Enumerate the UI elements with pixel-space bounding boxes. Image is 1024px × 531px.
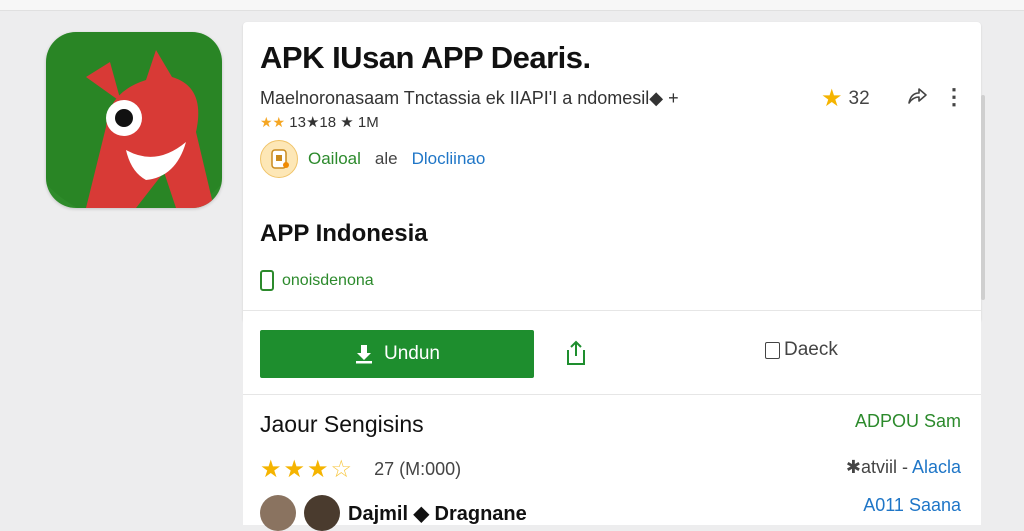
rating-right-prefix: ✱atviil - [845, 457, 908, 477]
app-subtitle-text: Maelnoronasaam Tnctassia ek IIAPI'I a nd… [260, 88, 679, 108]
app-meta: ★★ 13★18 ★ 1M [260, 113, 379, 131]
reviews-section: Jaour Sengisins ADPOU Sam ★★★☆ 27 (M:000… [243, 394, 981, 531]
share-icon [567, 340, 585, 365]
action-bar: Undun Daeck [243, 310, 981, 395]
download-label: Undun [384, 343, 440, 364]
more-vertical-icon[interactable]: ⋮ [943, 84, 965, 110]
app-subtitle: Maelnoronasaam Tnctassia ek IIAPI'I a nd… [260, 88, 679, 109]
back-icon [765, 341, 780, 359]
section-title: APP Indonesia [260, 220, 428, 247]
top-bar [0, 0, 1024, 11]
rating-right: ✱atviil - Alacla [846, 457, 961, 478]
filled-stars: ★★★ [260, 456, 331, 483]
developer-row[interactable]: Oailoal ale Dlocliinao [260, 140, 485, 178]
share-arrow-icon [908, 88, 927, 104]
phone-icon [260, 270, 274, 291]
download-button[interactable]: Undun [260, 330, 534, 378]
reviewer-name: Dajmil ◆ Dragnane [348, 502, 527, 525]
reviewer-right-link[interactable]: A011 Saana [863, 495, 961, 516]
reviews-title: Jaour Sengisins [260, 411, 424, 437]
app-title: APK IUsan APP Dearis. [260, 40, 591, 75]
reviews-link[interactable]: ADPOU Sam [855, 411, 961, 432]
developer-separator: ale [374, 149, 398, 168]
developer-name[interactable]: Oailoal [308, 149, 361, 169]
avatar [260, 495, 296, 531]
meta-stars: ★★ [260, 114, 286, 130]
empty-star: ☆ [330, 456, 355, 483]
rating-row: ★★★☆ 27 (M:000) [260, 455, 461, 484]
reviewer-row[interactable]: Dajmil ◆ Dragnane [260, 495, 527, 531]
scrollbar[interactable] [981, 95, 985, 300]
avatar [304, 495, 340, 531]
download-icon [356, 345, 372, 364]
share-icon[interactable] [905, 84, 929, 114]
back-button[interactable]: Daeck [765, 339, 838, 361]
share-button[interactable] [563, 339, 589, 367]
rating-summary: ★ 32 [821, 84, 870, 113]
meta-text: 13★18 ★ 1M [289, 114, 379, 131]
app-icon [46, 32, 222, 208]
rating-count: 27 (M:000) [374, 459, 462, 479]
rating-right-link[interactable]: Alacla [912, 457, 961, 477]
developer-link[interactable]: Dlocliinao [412, 149, 486, 169]
rating-stars: ★★★☆ [260, 455, 354, 484]
star-icon: ★ [821, 85, 843, 112]
app-details-card: APK IUsan APP Dearis. Maelnoronasaam Tnc… [243, 22, 981, 322]
developer-avatar-icon [260, 140, 298, 178]
badge-label: ​onoisdenona [282, 271, 374, 289]
back-label: Daeck [784, 339, 838, 360]
red-monster-icon [46, 32, 222, 208]
category-badge[interactable]: ​onoisdenona [260, 270, 374, 291]
rating-value: 32 [848, 87, 870, 109]
